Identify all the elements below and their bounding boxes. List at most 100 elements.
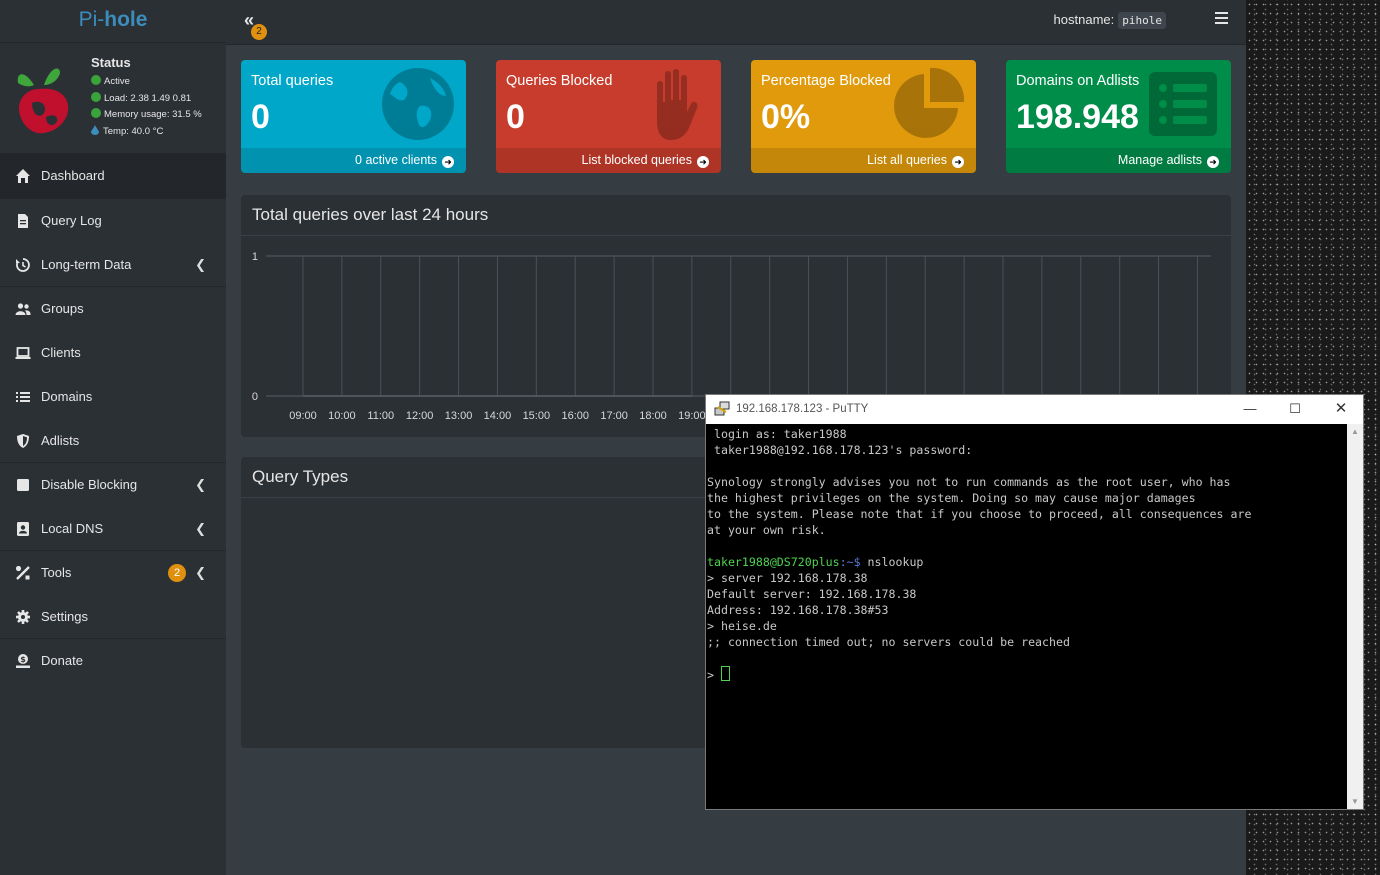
maximize-button[interactable]: ☐: [1287, 401, 1303, 417]
status-memory: Memory usage: 31.5 %: [104, 109, 202, 120]
sidebar-item-local-dns[interactable]: Local DNS ❮: [0, 507, 226, 551]
terminal-line: > heise.de: [707, 619, 777, 633]
sidebar-item-label: Query Log: [41, 213, 102, 228]
sidebar-item-disable-blocking[interactable]: Disable Blocking ❮: [0, 463, 226, 507]
toggle-badge: 2: [251, 24, 267, 40]
sidebar-item-groups[interactable]: Groups: [0, 287, 226, 331]
sidebar-item-domains[interactable]: Domains: [0, 375, 226, 419]
percentage-blocked-value: 0%: [761, 98, 811, 136]
sidebar-item-clients[interactable]: Clients: [0, 331, 226, 375]
minimize-button[interactable]: —: [1242, 401, 1258, 417]
arrow-circle-right-icon: ➜: [952, 156, 964, 168]
scroll-down-icon[interactable]: ▼: [1351, 797, 1359, 806]
prompt-command: nslookup: [867, 555, 924, 569]
terminal-line: ;; connection timed out; no servers coul…: [707, 635, 1070, 649]
chevron-left-icon: ❮: [195, 477, 206, 492]
top-bar: « 2 hostname: pihole: [226, 0, 1246, 45]
shield-icon: [17, 434, 29, 448]
pihole-logo-icon: [17, 68, 69, 134]
sidebar-item-label: Domains: [41, 389, 93, 404]
total-queries-label: Total queries: [251, 73, 334, 89]
status-info: Status Active Load: 2.38 1.49 0.81 Memor…: [91, 55, 202, 140]
sidebar-item-label: Disable Blocking: [41, 477, 138, 492]
users-icon: [15, 303, 31, 315]
tools-badge: 2: [168, 564, 186, 582]
list-blocked-queries-link[interactable]: List blocked queries ➜: [496, 148, 721, 173]
queries-blocked-box: Queries Blocked 0 List blocked queries ➜: [496, 60, 721, 173]
y-tick-label: 1: [252, 251, 258, 263]
close-button[interactable]: ✕: [1333, 401, 1349, 417]
x-tick-label: 12:00: [406, 410, 434, 422]
x-tick-label: 18:00: [639, 410, 667, 422]
sidebar-item-settings[interactable]: Settings: [0, 595, 226, 639]
x-tick-label: 15:00: [523, 410, 551, 422]
total-queries-box: Total queries 0 0 active clients ➜: [241, 60, 466, 173]
hostname: hostname: pihole: [1053, 12, 1166, 29]
queries-blocked-label: Queries Blocked: [506, 73, 613, 89]
x-tick-label: 13:00: [445, 410, 473, 422]
list-icon: [16, 392, 30, 402]
terminal-output[interactable]: login as: taker1988 taker1988@192.168.17…: [706, 424, 1347, 809]
footer-text: 0 active clients: [355, 153, 437, 167]
putty-window[interactable]: 192.168.178.123 - PuTTY — ☐ ✕ login as: …: [705, 394, 1364, 810]
x-tick-label: 14:00: [484, 410, 512, 422]
sidebar-item-donate[interactable]: $ Donate: [0, 639, 226, 683]
chevron-left-icon: ❮: [195, 257, 206, 272]
domains-on-adlists-value: 198.948: [1016, 98, 1139, 136]
temperature-drop-icon: [91, 124, 99, 135]
load-dot-icon: [91, 91, 101, 102]
history-icon: [16, 258, 30, 272]
percentage-blocked-box: Percentage Blocked 0% List all queries ➜: [751, 60, 976, 173]
donate-icon: $: [16, 654, 30, 668]
status-title: Status: [91, 55, 131, 70]
list-alt-icon: [1149, 72, 1217, 136]
putty-title-bar[interactable]: 192.168.178.123 - PuTTY — ☐ ✕: [706, 395, 1363, 424]
chevron-left-icon: ❮: [195, 521, 206, 536]
sidebar-item-long-term-data[interactable]: Long-term Data ❮: [0, 243, 226, 287]
sidebar-item-label: Donate: [41, 653, 83, 668]
terminal-line: Address: 192.168.178.38#53: [707, 603, 889, 617]
x-tick-label: 11:00: [367, 410, 394, 422]
sidebar-item-query-log[interactable]: Query Log: [0, 199, 226, 243]
arrow-circle-right-icon: ➜: [1207, 156, 1219, 168]
scroll-up-icon[interactable]: ▲: [1351, 427, 1359, 436]
sidebar-item-label: Tools: [41, 565, 72, 580]
active-dot-icon: [91, 75, 101, 85]
svg-text:$: $: [20, 655, 26, 664]
sidebar-item-dashboard[interactable]: Dashboard: [0, 153, 226, 199]
hostname-label: hostname:: [1053, 12, 1115, 27]
hostname-value: pihole: [1118, 12, 1166, 29]
y-tick-label: 0: [252, 391, 258, 403]
list-all-queries-link[interactable]: List all queries ➜: [751, 148, 976, 173]
gear-icon: [16, 610, 30, 624]
sidebar: Pi-hole Status Active Load: 2.38 1.49 0.…: [0, 0, 226, 875]
sidebar-item-tools[interactable]: Tools 2 ❮: [0, 551, 226, 595]
status-active: Active: [104, 76, 130, 87]
manage-adlists-link[interactable]: Manage adlists ➜: [1006, 148, 1231, 173]
brand-logo-text[interactable]: Pi-hole: [0, 0, 226, 43]
chart-title: Total queries over last 24 hours: [241, 195, 1231, 236]
x-tick-label: 16:00: [561, 410, 589, 422]
stop-icon: [17, 479, 29, 491]
sidebar-item-label: Local DNS: [41, 521, 104, 536]
sidebar-nav: Dashboard Query Log Long-term Data ❮ Gro…: [0, 153, 226, 683]
active-clients-link[interactable]: 0 active clients ➜: [241, 148, 466, 173]
sidebar-item-label: Settings: [41, 609, 88, 624]
terminal-line: > server 192.168.178.38: [707, 571, 868, 585]
total-queries-value: 0: [251, 98, 270, 136]
terminal-text: login as: taker1988 taker1988@192.168.17…: [706, 424, 1347, 683]
sidebar-item-adlists[interactable]: Adlists: [0, 419, 226, 463]
footer-text: List blocked queries: [581, 153, 692, 167]
prompt-path: :~$: [839, 555, 861, 569]
sidebar-item-label: Groups: [41, 301, 84, 316]
arrow-circle-right-icon: ➜: [697, 156, 709, 168]
chevron-left-icon: ❮: [195, 565, 206, 580]
terminal-cursor: [720, 666, 730, 681]
terminal-scrollbar[interactable]: ▲ ▼: [1347, 424, 1363, 809]
x-tick-label: 10:00: [328, 410, 356, 422]
putty-title: 192.168.178.123 - PuTTY: [736, 403, 869, 415]
hand-icon: [657, 69, 698, 140]
status-load: Load: 2.38 1.49 0.81: [104, 92, 192, 104]
hamburger-menu-icon[interactable]: [1215, 12, 1228, 24]
pie-chart-icon: [894, 67, 965, 138]
